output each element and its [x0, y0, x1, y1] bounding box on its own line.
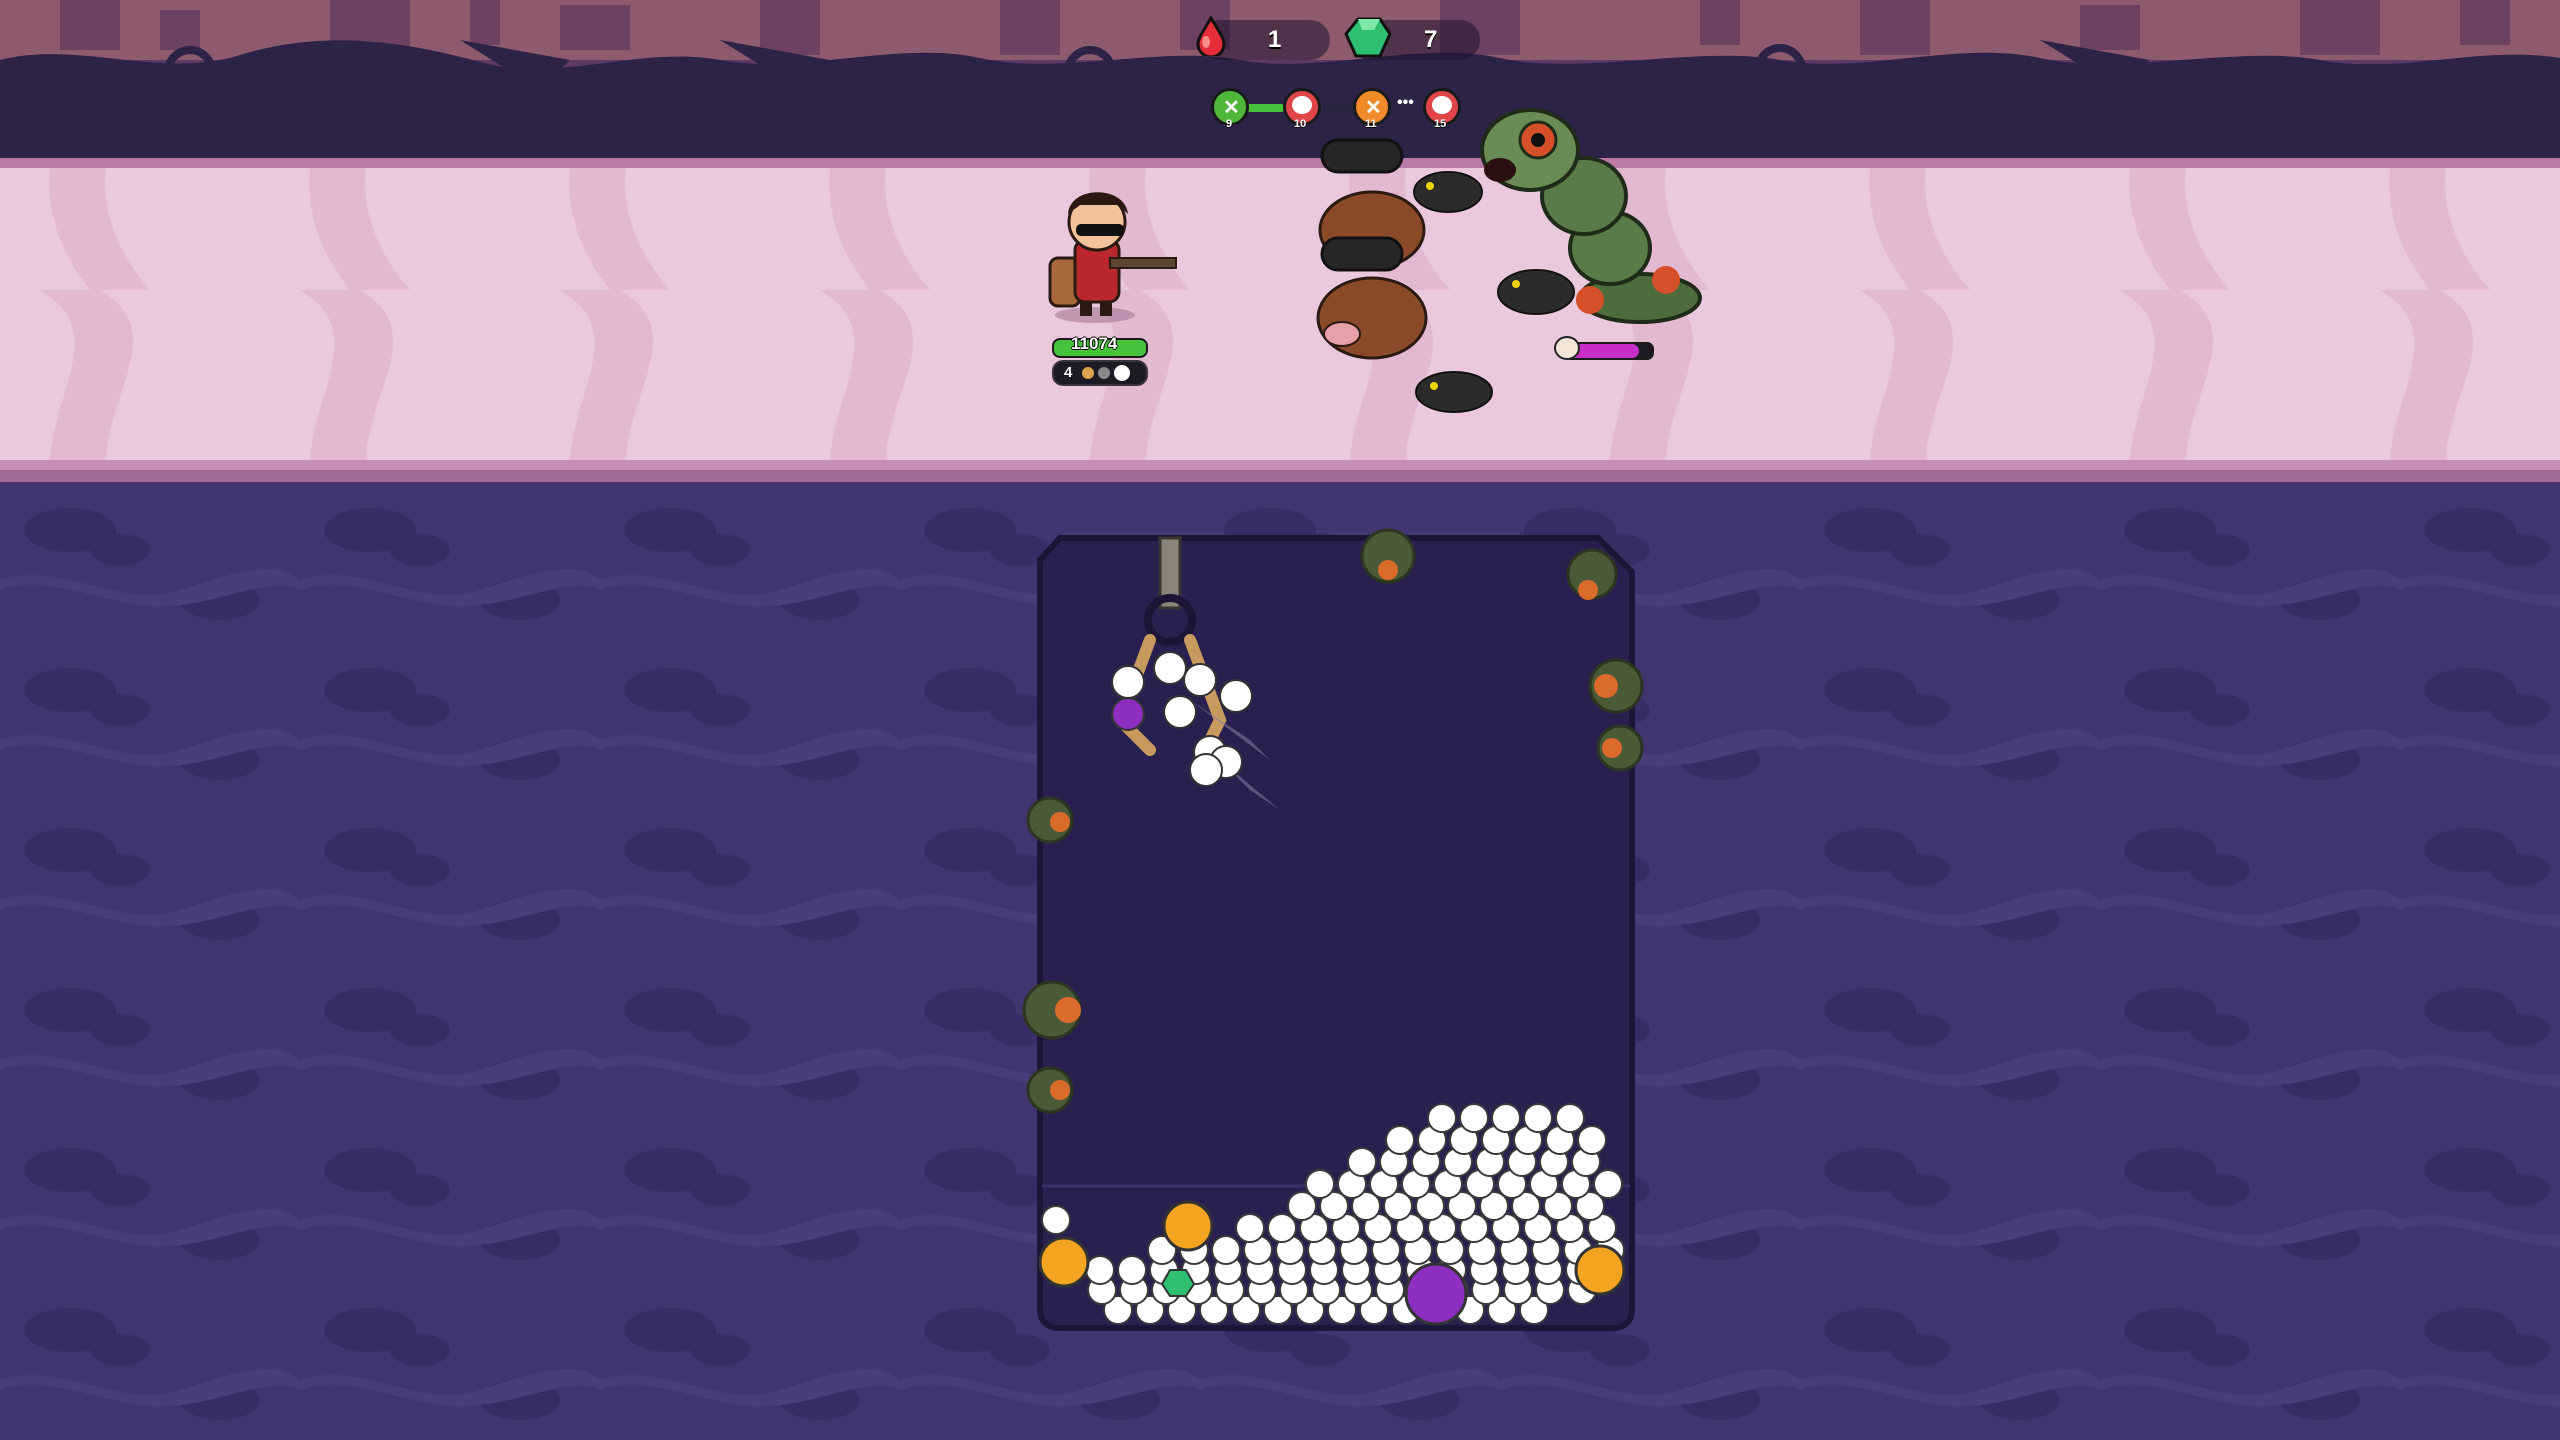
ammo-ball-icon — [1098, 367, 1110, 379]
wave-cleared-icon: ✕ — [1223, 97, 1240, 119]
ammo-ball-icon — [1082, 367, 1094, 379]
pile-ball — [1347, 1147, 1377, 1177]
skull-icon — [1554, 336, 1580, 360]
wave-orange-icon: ✕ — [1365, 97, 1382, 119]
wave-number-9: 9 — [1226, 118, 1233, 130]
blood-count: 1 — [1268, 26, 1282, 53]
boss-pig-icon — [1292, 96, 1312, 114]
pile-ball — [1491, 1103, 1521, 1133]
green-gem-icon — [1344, 16, 1392, 60]
ammo-count: 4 — [1064, 364, 1073, 381]
pile-ball — [1235, 1213, 1265, 1243]
ammo-ball-icon — [1114, 365, 1130, 381]
pile-ball — [1305, 1169, 1335, 1199]
wave-number-15: 15 — [1434, 118, 1447, 130]
wave-number-11: 11 — [1365, 118, 1377, 130]
pile-ball — [1459, 1103, 1489, 1133]
pile-ball — [1555, 1103, 1585, 1133]
gem-count: 7 — [1424, 26, 1438, 53]
boss-pig-icon — [1432, 96, 1452, 114]
wave-number-10: 10 — [1294, 118, 1307, 130]
pile-ball — [1211, 1235, 1241, 1265]
wave-progress-bar: ✕ 9 10 ✕ 11 ••• 15 — [1205, 82, 1465, 132]
road — [0, 168, 2560, 460]
pile-ball — [1523, 1103, 1553, 1133]
pile-ball — [1427, 1103, 1457, 1133]
pile-ball — [1593, 1169, 1623, 1199]
pile-ball — [1385, 1125, 1415, 1155]
game-scene — [0, 0, 2560, 1440]
blood-drop-icon — [1196, 15, 1226, 59]
pile-ball — [1117, 1255, 1147, 1285]
player-hp-value: 11074 — [1071, 334, 1118, 353]
road-top-edge — [0, 158, 2560, 168]
pile-ball — [1085, 1255, 1115, 1285]
pile-ball — [1267, 1213, 1297, 1243]
player-ammo-indicator: 4 — [1052, 360, 1148, 386]
wave-ellipsis: ••• — [1397, 94, 1414, 111]
pile-ball — [1041, 1205, 1071, 1235]
pile-ball — [1577, 1125, 1607, 1155]
